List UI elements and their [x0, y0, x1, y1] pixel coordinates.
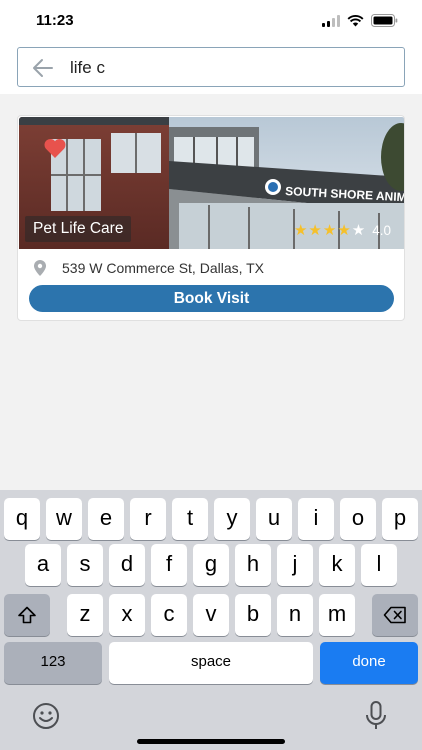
key-g[interactable]: g	[193, 544, 229, 586]
key-e[interactable]: e	[88, 498, 124, 540]
clinic-photo: SOUTH SHORE ANIMAL HOS Pet Life Care ★ ★…	[19, 117, 404, 249]
address-row: 539 W Commerce St, Dallas, TX	[32, 257, 264, 279]
home-indicator	[137, 739, 285, 744]
star-icon: ★	[337, 222, 351, 239]
search-header: life c	[0, 44, 422, 94]
clinic-result-card[interactable]: SOUTH SHORE ANIMAL HOS Pet Life Care ★ ★…	[17, 115, 405, 321]
key-r[interactable]: r	[130, 498, 166, 540]
status-bar: 11:23	[0, 0, 422, 44]
key-n[interactable]: n	[277, 594, 313, 636]
key-l[interactable]: l	[361, 544, 397, 586]
key-k[interactable]: k	[319, 544, 355, 586]
clinic-name: Pet Life Care	[25, 216, 132, 242]
shift-key[interactable]	[4, 594, 50, 636]
cellular-signal-icon	[322, 14, 340, 27]
key-t[interactable]: t	[172, 498, 208, 540]
microphone-icon[interactable]	[363, 700, 389, 732]
key-h[interactable]: h	[235, 544, 271, 586]
key-d[interactable]: d	[109, 544, 145, 586]
key-u[interactable]: u	[256, 498, 292, 540]
clinic-address: 539 W Commerce St, Dallas, TX	[62, 260, 265, 276]
star-icon: ★	[308, 222, 322, 239]
search-field[interactable]: life c	[17, 47, 405, 87]
status-icons	[322, 14, 398, 27]
location-pin-icon	[34, 260, 46, 276]
key-s[interactable]: s	[67, 544, 103, 586]
key-b[interactable]: b	[235, 594, 271, 636]
book-visit-button[interactable]: Book Visit	[29, 285, 394, 312]
star-icon: ★	[322, 222, 337, 239]
star-rating: ★ ★ ★ ★ ★ 4.0	[294, 223, 391, 238]
key-y[interactable]: y	[214, 498, 250, 540]
key-c[interactable]: c	[151, 594, 187, 636]
wifi-icon	[347, 14, 364, 26]
key-p[interactable]: p	[382, 498, 418, 540]
status-time: 11:23	[36, 12, 74, 29]
key-z[interactable]: z	[67, 594, 103, 636]
favorite-heart-icon[interactable]	[43, 137, 67, 159]
key-v[interactable]: v	[193, 594, 229, 636]
key-w[interactable]: w	[46, 498, 82, 540]
keyboard: q w e r t y u i o p a s d f g h j k l z …	[0, 490, 422, 750]
search-query[interactable]: life c	[70, 58, 105, 78]
key-j[interactable]: j	[277, 544, 313, 586]
key-f[interactable]: f	[151, 544, 187, 586]
star-icon: ★	[293, 222, 308, 239]
key-i[interactable]: i	[298, 498, 334, 540]
key-a[interactable]: a	[25, 544, 61, 586]
back-arrow-icon[interactable]	[32, 58, 54, 78]
key-x[interactable]: x	[109, 594, 145, 636]
backspace-icon	[383, 606, 406, 624]
delete-key[interactable]	[372, 594, 418, 636]
shift-arrow-icon	[18, 606, 36, 624]
emoji-icon[interactable]	[31, 701, 61, 731]
star-empty-icon: ★	[351, 222, 366, 239]
battery-icon	[371, 14, 398, 27]
numbers-key[interactable]: 123	[4, 642, 102, 684]
key-o[interactable]: o	[340, 498, 376, 540]
space-key[interactable]: space	[109, 642, 313, 684]
key-q[interactable]: q	[4, 498, 40, 540]
key-m[interactable]: m	[319, 594, 355, 636]
done-key[interactable]: done	[320, 642, 418, 684]
rating-value: 4.0	[372, 223, 391, 238]
